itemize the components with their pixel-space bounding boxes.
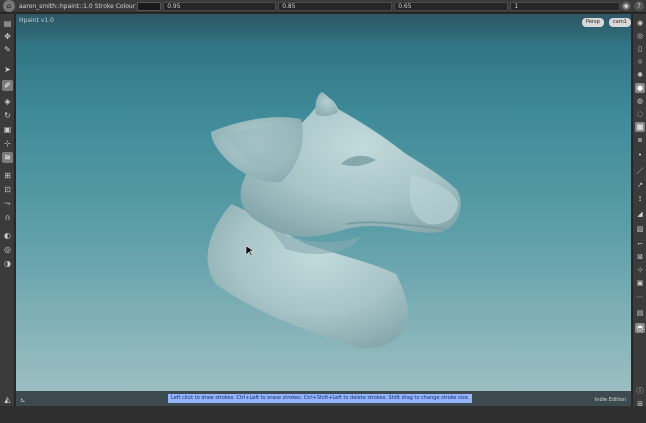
magnet-icon[interactable]: ∩ <box>2 212 13 223</box>
handle-tool-icon[interactable]: ▣ <box>2 124 13 135</box>
brush-tool-icon[interactable]: ✎ <box>2 44 13 55</box>
stroke-colour-swatch[interactable] <box>137 1 162 11</box>
edge-display-icon[interactable]: ／ <box>635 166 645 176</box>
ortho-grid-icon[interactable]: ⊹ <box>635 265 645 275</box>
ambient-occlusion-icon[interactable]: ◌ <box>635 109 645 119</box>
lock-icon[interactable]: ◉ <box>621 1 631 11</box>
stroke-colour-r-field[interactable]: 0.95 <box>163 1 277 11</box>
snap-curve-icon[interactable]: ⤳ <box>2 198 13 209</box>
shadow-icon[interactable]: ◍ <box>635 96 645 106</box>
edition-label: Indie Edition <box>594 397 626 403</box>
hpaint-tool-icon[interactable]: ≋ <box>2 152 13 163</box>
primitive-icon[interactable]: ◢ <box>635 209 645 219</box>
normals-icon[interactable]: ↗ <box>635 180 645 190</box>
background-icon[interactable]: ◓ <box>635 323 645 333</box>
point-display-icon[interactable]: • <box>635 150 645 160</box>
pose-tool-icon[interactable]: ⊹ <box>2 138 13 149</box>
left-toolbar: ▤ ✥ ✎ ➤ ✐ ◈ ↻ ▣ ⊹ ≋ ⊞ ⊡ ⤳ ∩ ◐ ◎ ◑ ◭ ⚙ <box>0 14 15 423</box>
viewport-layout-icon[interactable]: ◐ <box>2 230 13 241</box>
3d-viewport[interactable]: Hpaint v1.0 Persp cam1 ⊾ Left click to d… <box>16 14 631 406</box>
stroke-colour-a-field[interactable]: 1 <box>510 1 621 11</box>
lock-view-icon[interactable]: ▯ <box>635 44 645 54</box>
texture-icon[interactable]: ▦ <box>635 122 645 132</box>
rotate-tool-icon[interactable]: ↻ <box>2 110 13 121</box>
paint-tool-icon[interactable]: ✐ <box>2 80 13 91</box>
camera-icon[interactable]: ◭ <box>2 394 13 405</box>
guide-icon[interactable]: ⊠ <box>635 252 645 262</box>
right-toolbar: ◉ ◎ ▯ ☼ ✺ ● ◍ ◌ ▦ ⧈ • ／ ↗ ⟟ ◢ ▨ ⌐ ⊠ ⊹ ▣ … <box>632 14 646 423</box>
axis-icon: ⊾ <box>20 396 26 404</box>
select-arrow-icon[interactable]: ➤ <box>2 64 13 75</box>
snap-grid-icon[interactable]: ⊞ <box>2 170 13 181</box>
view-menu-icon[interactable]: ▤ <box>2 18 13 29</box>
grid-icon[interactable]: ⌐ <box>635 239 645 249</box>
eye-icon[interactable]: ◉ <box>635 18 645 28</box>
fps-icon[interactable]: ⋯ <box>635 292 645 302</box>
stroke-colour-label: Stroke Colour <box>94 2 136 10</box>
tool-icon[interactable]: ⌂ <box>3 0 15 12</box>
stroke-colour-g-field[interactable]: 0.85 <box>278 1 393 11</box>
top-right-icons: ◉ ? <box>621 1 644 11</box>
snap-point-icon[interactable]: ⊡ <box>2 184 13 195</box>
sculpt-model[interactable] <box>16 14 631 406</box>
display-options-icon[interactable]: ◎ <box>2 244 13 255</box>
info-icon[interactable]: ⓘ <box>635 386 645 396</box>
shading-icon[interactable]: ◑ <box>2 258 13 269</box>
help-icon[interactable]: ? <box>634 1 644 11</box>
lights-icon[interactable]: ✺ <box>635 70 645 80</box>
snapshot-icon[interactable]: ▤ <box>635 308 645 318</box>
tool-hint-bar: Left click to draw strokes. Ctrl+Left to… <box>168 394 473 403</box>
tool-parameter-bar: ⌂ aaron_smith::hpaint::1.0 Stroke Colour… <box>0 0 646 13</box>
bounding-box-icon[interactable]: ▨ <box>635 224 645 234</box>
headlight-icon[interactable]: ☼ <box>635 57 645 67</box>
visibility-icon[interactable]: ◎ <box>635 31 645 41</box>
stroke-colour-b-field[interactable]: 0.65 <box>394 1 509 11</box>
scale-tool-icon[interactable]: ◈ <box>2 96 13 107</box>
bottom-strip <box>0 406 646 423</box>
wireframe-icon[interactable]: ⧈ <box>635 135 645 145</box>
vertex-icon[interactable]: ⟟ <box>635 194 645 204</box>
safe-area-icon[interactable]: ▣ <box>635 278 645 288</box>
light-bulb-icon[interactable]: ● <box>635 83 645 93</box>
tool-name-label: aaron_smith::hpaint::1.0 <box>19 2 93 10</box>
move-tool-icon[interactable]: ✥ <box>2 31 13 42</box>
